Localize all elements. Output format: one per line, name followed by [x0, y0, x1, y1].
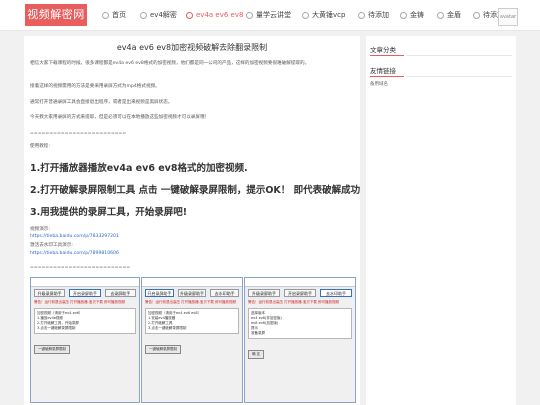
article-paragraph: 接着这样的视频需用的方法是要采用录屏方式为mp4格式视频。 [30, 84, 160, 89]
tool-tab[interactable]: 去水印助手 [210, 289, 240, 297]
article-panel: ev4a ev6 ev8加密视频破解去除翻录限制 相信大家下载课程的时候，很多课… [24, 36, 360, 405]
circle-icon [102, 11, 109, 19]
tool-tab[interactable]: 开启录屏助手 [284, 289, 316, 297]
circle-icon [437, 11, 444, 19]
tool-tab[interactable]: 升级录屏助手 [177, 289, 207, 297]
step-1: 1.打开播放器播放ev4a ev6 ev8格式的加密视频. [30, 163, 248, 174]
tool-tab[interactable]: 去水印助手 [320, 289, 352, 297]
tool-tab[interactable]: 去录屏助手 [104, 289, 136, 297]
instructions-box: 加密视频（请用于ev4 ev6 ev8） 1.安装ev4播放器 2.打开破解工具… [145, 308, 239, 334]
circle-icon [400, 11, 407, 19]
nav-item-ev4[interactable]: ev4解密 [140, 0, 177, 30]
friend-link[interactable]: 备用域名 [370, 81, 388, 87]
warning-text: 警告！运行前退出高压 打开播放器-宝贝下载 即可播放视频 [248, 300, 339, 304]
nav-item-vcp[interactable]: 大黄锤vcp [302, 0, 345, 30]
sidebar-heading-links: 友情链接 [370, 67, 396, 75]
nav-item-jindun[interactable]: 金盾 [437, 0, 461, 30]
instruction-line: 3.点击一键破解录屏限制 [37, 326, 76, 330]
circle-icon [186, 11, 193, 19]
tool-tab[interactable]: 升级录屏助手 [248, 289, 280, 297]
window-titlebar [142, 278, 242, 287]
article-paragraph: 相信大家下载课程的时候，很多课程都是ev4a ev6 ev8格式的加密视频，他们… [30, 61, 310, 66]
demo-label: 视频演示: [30, 227, 50, 232]
divider [406, 76, 512, 77]
separator-text: ========================= [30, 131, 127, 136]
article-paragraph: 通常打开普通录屏工具会直接退出程序，或者是出来视频是黑屏状态。 [30, 100, 173, 105]
tool-tab[interactable]: 升级录屏助手 [34, 289, 66, 297]
tool-link[interactable]: https://tieba.baidu.com/p/7899810606 [30, 251, 119, 256]
tutorial-label: 使用教程: [30, 144, 50, 149]
sidebar-heading-categories: 文章分类 [370, 46, 396, 54]
top-navbar: 视频解密网 首页 ev4解密 ev4a ev6 ev8 量学云讲堂 大黄锤vcp… [0, 0, 540, 31]
divider [406, 55, 512, 56]
tool-tab[interactable]: 开启录屏助手 [145, 289, 174, 297]
step-3: 3.用我提供的录屏工具，开始录屏吧! [30, 207, 188, 218]
crack-button[interactable]: 一键破解录屏限制 [145, 345, 181, 354]
step-2: 2.打开破解录屏限制工具 点击 一键破解录屏限制，提示OK！ 即代表破解成功! [30, 185, 360, 196]
tool-screenshot: 开启录屏助手 升级录屏助手 去水印助手 警告！运行前退出高压 打开播放器-宝贝下… [141, 277, 243, 403]
circle-icon [358, 11, 365, 19]
nav-item-tbd1[interactable]: 待添加 [358, 0, 389, 30]
article-title: ev4a ev6 ev8加密视频破解去除翻录限制 [116, 43, 268, 52]
sidebar: 文章分类 友情链接 备用域名 [366, 36, 516, 405]
circle-icon [473, 11, 480, 19]
nav-item-home[interactable]: 首页 [102, 0, 126, 30]
nav-item-ev4a-ev6-ev8[interactable]: ev4a ev6 ev8 [186, 0, 243, 30]
crack-button[interactable]: 一键破解录屏限制 [34, 345, 70, 354]
nav-item-jinzhu[interactable]: 金铸 [400, 0, 424, 30]
avatar[interactable]: avatar [498, 8, 518, 26]
article-paragraph: 今天教大家用录屏的方式来提取，但是必须可以在本地播放这些加密视频才可以录屏哦！ [30, 115, 210, 120]
circle-icon [302, 11, 309, 19]
site-logo[interactable]: 视频解密网 [25, 4, 87, 26]
instruction-line: 3.点击一键破解录屏限制 [148, 326, 187, 330]
option-line: 准备录屏 [251, 331, 265, 335]
tool-tab[interactable]: 开启录屏助手 [69, 289, 101, 297]
instructions-box: 加密视频（请用于ev4 ev6） 1.播放ev4a视频 2.打开破解工具，开始录… [34, 308, 136, 334]
confirm-button[interactable]: 确 定 [248, 350, 265, 359]
window-titlebar [31, 278, 139, 287]
heading-underline [370, 55, 404, 56]
warning-text: 警告！运行前退出高压 打开播放器-宝贝下载 即可播放视频 [34, 300, 125, 304]
circle-icon [246, 11, 253, 19]
warning-text: 警告！运行前退出高压 打开播放器-宝贝下载 即可播放视频 [145, 300, 236, 304]
heading-underline [370, 76, 404, 77]
circle-icon [140, 11, 147, 19]
demo-link[interactable]: https://tieba.baidu.com/p/7833297201 [30, 234, 119, 239]
tool-label: 激活去水印工具演示: [30, 243, 73, 248]
tool-screenshot: 升级录屏助手 开启录屏助手 去水印助手 警告！运行前退出高压 打开播放器-宝贝下… [244, 277, 356, 403]
tool-screenshot: 升级录屏助手 开启录屏助手 去录屏助手 警告！运行前退出高压 打开播放器-宝贝下… [30, 277, 140, 403]
nav-item-yunjiangtang[interactable]: 量学云讲堂 [246, 0, 291, 30]
window-titlebar [245, 278, 355, 287]
separator-text: ========================== [30, 265, 131, 270]
options-box: 选择版本 ev4 ev6(非加密版) ev8 ev6(加密版) 提示 准备录屏 [248, 308, 352, 339]
